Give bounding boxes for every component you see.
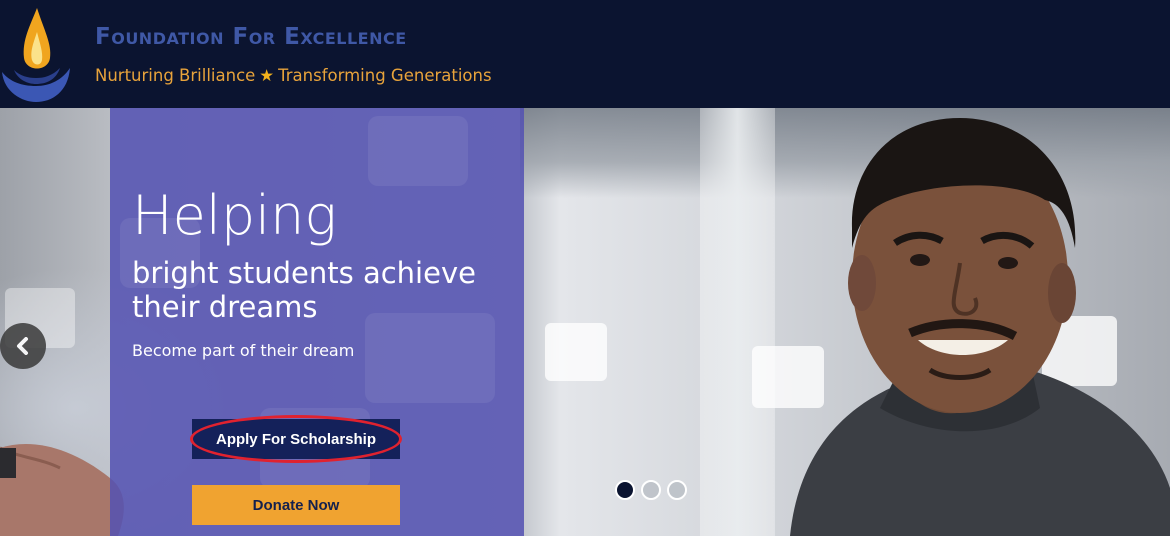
brand-title[interactable]: Foundation For Excellence [95,24,407,50]
apply-button-label: Apply For Scholarship [215,430,377,448]
tagline-right: Transforming Generations [278,66,492,85]
decorative-square [365,313,495,403]
background-pillar [700,108,775,536]
hero-overlay-panel: Helping bright students achieve their dr… [110,108,524,536]
tagline-left: Nurturing Brilliance [95,66,256,85]
star-icon: ★ [259,66,275,85]
hero-heading: Helping [132,184,337,247]
carousel-prev-button[interactable] [0,323,46,369]
brand-tagline: Nurturing Brilliance ★ Transforming Genera… [95,66,492,85]
donate-button-label: Donate Now [252,496,340,514]
background-window [545,323,607,381]
decorative-square [368,116,468,186]
flame-lamp-logo[interactable] [0,6,72,104]
hero-subheading: bright students achieve their dreams [132,256,476,324]
donate-now-button[interactable]: Donate Now [192,485,400,525]
hero-carousel: Helping bright students achieve their dr… [0,108,1170,536]
apply-for-scholarship-button[interactable]: Apply For Scholarship [190,415,402,463]
chevron-left-icon [17,337,28,355]
carousel-indicators [615,480,687,500]
student-photo [790,118,1170,536]
carousel-dot-2[interactable] [641,480,661,500]
carousel-dot-3[interactable] [667,480,687,500]
site-header: Foundation For Excellence Nurturing Bril… [0,0,1170,108]
carousel-dot-1[interactable] [615,480,635,500]
hero-tagline: Become part of their dream [132,341,355,360]
